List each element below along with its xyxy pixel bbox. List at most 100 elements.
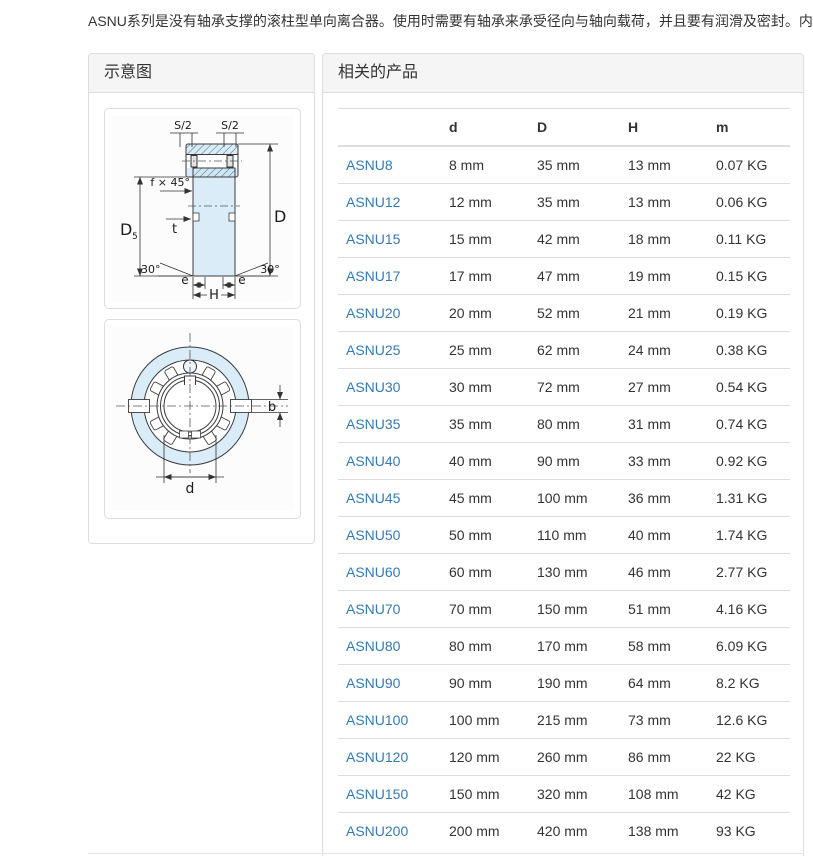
- cell-D: 47 mm: [529, 258, 620, 295]
- cell-m: 0.38 KG: [708, 332, 790, 369]
- product-link[interactable]: ASNU80: [346, 638, 400, 654]
- table-row: ASNU8080 mm170 mm58 mm6.09 KG: [338, 628, 790, 665]
- cell-D: 90 mm: [529, 443, 620, 480]
- column-header: H: [620, 109, 708, 147]
- related-products-panel: 相关的产品 dDHm ASNU88 mm35 mm13 mm0.07 KGASN…: [322, 53, 804, 856]
- cell-m: 0.92 KG: [708, 443, 790, 480]
- cell-d: 80 mm: [441, 628, 529, 665]
- product-link[interactable]: ASNU20: [346, 305, 400, 321]
- product-link[interactable]: ASNU150: [346, 786, 408, 802]
- cell-H: 108 mm: [620, 776, 708, 813]
- product-link[interactable]: ASNU17: [346, 268, 400, 284]
- cell-H: 46 mm: [620, 554, 708, 591]
- cell-H: 18 mm: [620, 221, 708, 258]
- cell-m: 1.31 KG: [708, 480, 790, 517]
- column-header: m: [708, 109, 790, 147]
- cell-product: ASNU8: [338, 146, 441, 184]
- product-link[interactable]: ASNU25: [346, 342, 400, 358]
- product-link[interactable]: ASNU100: [346, 712, 408, 728]
- cell-D: 130 mm: [529, 554, 620, 591]
- cell-product: ASNU17: [338, 258, 441, 295]
- cell-H: 27 mm: [620, 369, 708, 406]
- product-link[interactable]: ASNU12: [346, 194, 400, 210]
- cell-product: ASNU70: [338, 591, 441, 628]
- cell-D: 170 mm: [529, 628, 620, 665]
- cell-d: 20 mm: [441, 295, 529, 332]
- product-link[interactable]: ASNU30: [346, 379, 400, 395]
- table-row: ASNU1212 mm35 mm13 mm0.06 KG: [338, 184, 790, 221]
- cell-m: 0.74 KG: [708, 406, 790, 443]
- product-link[interactable]: ASNU50: [346, 527, 400, 543]
- bottom-divider: [88, 853, 804, 854]
- cell-d: 25 mm: [441, 332, 529, 369]
- label-e-right: e: [238, 273, 245, 287]
- cell-d: 120 mm: [441, 739, 529, 776]
- product-link[interactable]: ASNU40: [346, 453, 400, 469]
- label-d5: D: [120, 220, 132, 239]
- cell-d: 45 mm: [441, 480, 529, 517]
- cell-d: 15 mm: [441, 221, 529, 258]
- cell-H: 19 mm: [620, 258, 708, 295]
- cell-d: 30 mm: [441, 369, 529, 406]
- cell-product: ASNU45: [338, 480, 441, 517]
- label-t: t: [172, 222, 177, 237]
- product-link[interactable]: ASNU70: [346, 601, 400, 617]
- table-header-row: dDHm: [338, 109, 790, 147]
- product-link[interactable]: ASNU200: [346, 823, 408, 839]
- cell-product: ASNU100: [338, 702, 441, 739]
- cell-D: 100 mm: [529, 480, 620, 517]
- label-angle-left: 30°: [141, 263, 161, 276]
- product-link[interactable]: ASNU8: [346, 157, 393, 173]
- cell-product: ASNU12: [338, 184, 441, 221]
- cell-product: ASNU150: [338, 776, 441, 813]
- label-d: d: [186, 481, 195, 497]
- product-link[interactable]: ASNU35: [346, 416, 400, 432]
- schematic-panel: 示意图: [88, 53, 315, 544]
- cell-product: ASNU30: [338, 369, 441, 406]
- table-body: ASNU88 mm35 mm13 mm0.07 KGASNU1212 mm35 …: [338, 146, 790, 849]
- cell-D: 80 mm: [529, 406, 620, 443]
- product-link[interactable]: ASNU15: [346, 231, 400, 247]
- cell-m: 93 KG: [708, 813, 790, 850]
- cross-section-thumbnail[interactable]: S/2 S/2 f × 45° D 5 t D 30° 30° e e H: [104, 108, 301, 309]
- front-view-diagram: b d: [112, 327, 293, 511]
- cell-product: ASNU40: [338, 443, 441, 480]
- cell-D: 215 mm: [529, 702, 620, 739]
- product-link[interactable]: ASNU60: [346, 564, 400, 580]
- cell-d: 17 mm: [441, 258, 529, 295]
- table-row: ASNU150150 mm320 mm108 mm42 KG: [338, 776, 790, 813]
- schematic-panel-heading: 示意图: [89, 54, 314, 93]
- cell-D: 190 mm: [529, 665, 620, 702]
- cell-m: 8.2 KG: [708, 665, 790, 702]
- cell-H: 13 mm: [620, 146, 708, 184]
- table-row: ASNU5050 mm110 mm40 mm1.74 KG: [338, 517, 790, 554]
- product-link[interactable]: ASNU90: [346, 675, 400, 691]
- cell-product: ASNU15: [338, 221, 441, 258]
- cell-H: 36 mm: [620, 480, 708, 517]
- product-link[interactable]: ASNU120: [346, 749, 408, 765]
- cell-d: 200 mm: [441, 813, 529, 850]
- column-header: D: [529, 109, 620, 147]
- cell-product: ASNU80: [338, 628, 441, 665]
- column-header: d: [441, 109, 529, 147]
- cell-H: 64 mm: [620, 665, 708, 702]
- cell-D: 42 mm: [529, 221, 620, 258]
- cell-d: 8 mm: [441, 146, 529, 184]
- front-view-thumbnail[interactable]: b d: [104, 319, 301, 519]
- cell-m: 6.09 KG: [708, 628, 790, 665]
- related-products-panel-body: dDHm ASNU88 mm35 mm13 mm0.07 KGASNU1212 …: [323, 93, 803, 856]
- label-b: b: [268, 400, 276, 415]
- cell-m: 0.15 KG: [708, 258, 790, 295]
- product-link[interactable]: ASNU45: [346, 490, 400, 506]
- table-row: ASNU6060 mm130 mm46 mm2.77 KG: [338, 554, 790, 591]
- table-row: ASNU3535 mm80 mm31 mm0.74 KG: [338, 406, 790, 443]
- table-row: ASNU1515 mm42 mm18 mm0.11 KG: [338, 221, 790, 258]
- intro-text: ASNU系列是没有轴承支撑的滚柱型单向离合器。使用时需要有轴承来承受径向与轴向载…: [88, 11, 813, 31]
- cell-d: 150 mm: [441, 776, 529, 813]
- cell-D: 420 mm: [529, 813, 620, 850]
- label-s2-right: S/2: [221, 119, 239, 132]
- cell-D: 260 mm: [529, 739, 620, 776]
- cell-H: 40 mm: [620, 517, 708, 554]
- cell-d: 70 mm: [441, 591, 529, 628]
- cell-m: 0.06 KG: [708, 184, 790, 221]
